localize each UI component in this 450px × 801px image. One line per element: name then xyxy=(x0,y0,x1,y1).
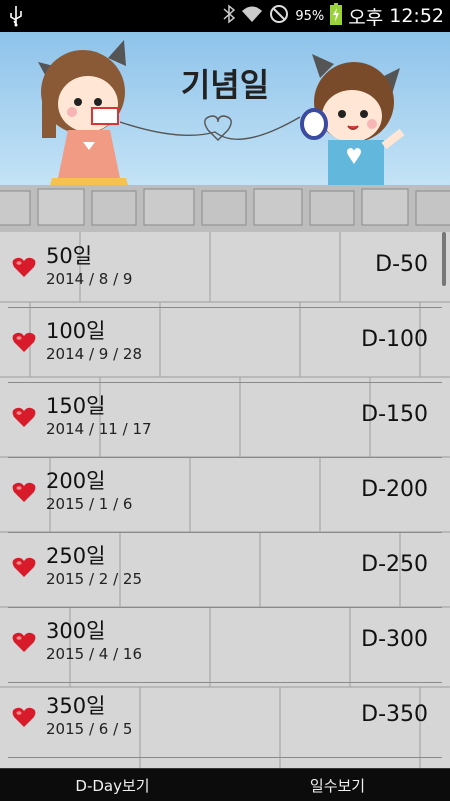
wifi-icon xyxy=(241,5,263,27)
list-item[interactable]: 350일 2015 / 6 / 5 D-350 xyxy=(8,682,442,758)
list-item[interactable]: 100일 2014 / 9 / 28 D-100 xyxy=(8,307,442,383)
dday-value: D-50 xyxy=(375,252,428,277)
anniversary-date: 2015 / 1 / 6 xyxy=(46,495,133,513)
anniversary-date: 2015 / 4 / 16 xyxy=(46,645,142,663)
heart-icon xyxy=(12,707,36,727)
tab-days-view[interactable]: 일수보기 xyxy=(225,769,450,801)
anniversary-date: 2015 / 6 / 5 xyxy=(46,720,133,738)
anniversary-name: 50일 xyxy=(46,244,93,268)
anniversary-name: 100일 xyxy=(46,319,106,343)
anniversary-name: 200일 xyxy=(46,469,106,493)
list-item[interactable]: 250일 2015 / 2 / 25 D-250 xyxy=(8,532,442,608)
dday-value: D-150 xyxy=(361,402,428,427)
heart-icon xyxy=(12,482,36,502)
battery-icon xyxy=(330,3,343,29)
dday-value: D-250 xyxy=(361,552,428,577)
anniversary-name: 250일 xyxy=(46,544,106,568)
tab-dday-view[interactable]: D-Day보기 xyxy=(0,769,225,801)
heart-icon xyxy=(12,407,36,427)
header-banner: 기념일 xyxy=(0,32,450,232)
list-item[interactable]: 200일 2015 / 1 / 6 D-200 xyxy=(8,457,442,533)
status-ampm: 오후 xyxy=(348,6,384,29)
anniversary-name: 300일 xyxy=(46,619,106,643)
anniversary-list[interactable]: 50일 2014 / 8 / 9 D-50 100일 2014 / 9 / 28… xyxy=(0,232,450,768)
status-time: 12:52 xyxy=(389,5,444,27)
anniversary-date: 2015 / 2 / 25 xyxy=(46,570,142,588)
bottom-tab-bar: D-Day보기 일수보기 xyxy=(0,768,450,801)
list-item[interactable]: 300일 2015 / 4 / 16 D-300 xyxy=(8,607,442,683)
battery-percent: 95% xyxy=(295,8,325,24)
usb-icon xyxy=(8,5,24,31)
bluetooth-icon xyxy=(223,4,236,28)
dday-value: D-200 xyxy=(361,477,428,502)
dday-value: D-350 xyxy=(361,702,428,727)
anniversary-name: 350일 xyxy=(46,694,106,718)
anniversary-date: 2014 / 8 / 9 xyxy=(46,270,133,288)
list-item[interactable]: 150일 2014 / 11 / 17 D-150 xyxy=(8,382,442,458)
anniversary-date: 2014 / 11 / 17 xyxy=(46,420,152,438)
mute-icon xyxy=(269,4,289,28)
dday-value: D-100 xyxy=(361,327,428,352)
status-bar: 95% 오후 12:52 xyxy=(0,0,450,32)
string-heart-decoration xyxy=(120,115,301,141)
list-item[interactable]: 50일 2014 / 8 / 9 D-50 xyxy=(8,232,442,308)
heart-icon xyxy=(12,332,36,352)
dday-value: D-300 xyxy=(361,627,428,652)
anniversary-name: 150일 xyxy=(46,394,106,418)
wall-top-decoration xyxy=(0,185,450,232)
heart-icon xyxy=(12,257,36,277)
heart-icon xyxy=(12,632,36,652)
anniversary-date: 2014 / 9 / 28 xyxy=(46,345,142,363)
heart-icon xyxy=(12,557,36,577)
scrollbar[interactable] xyxy=(442,232,446,286)
